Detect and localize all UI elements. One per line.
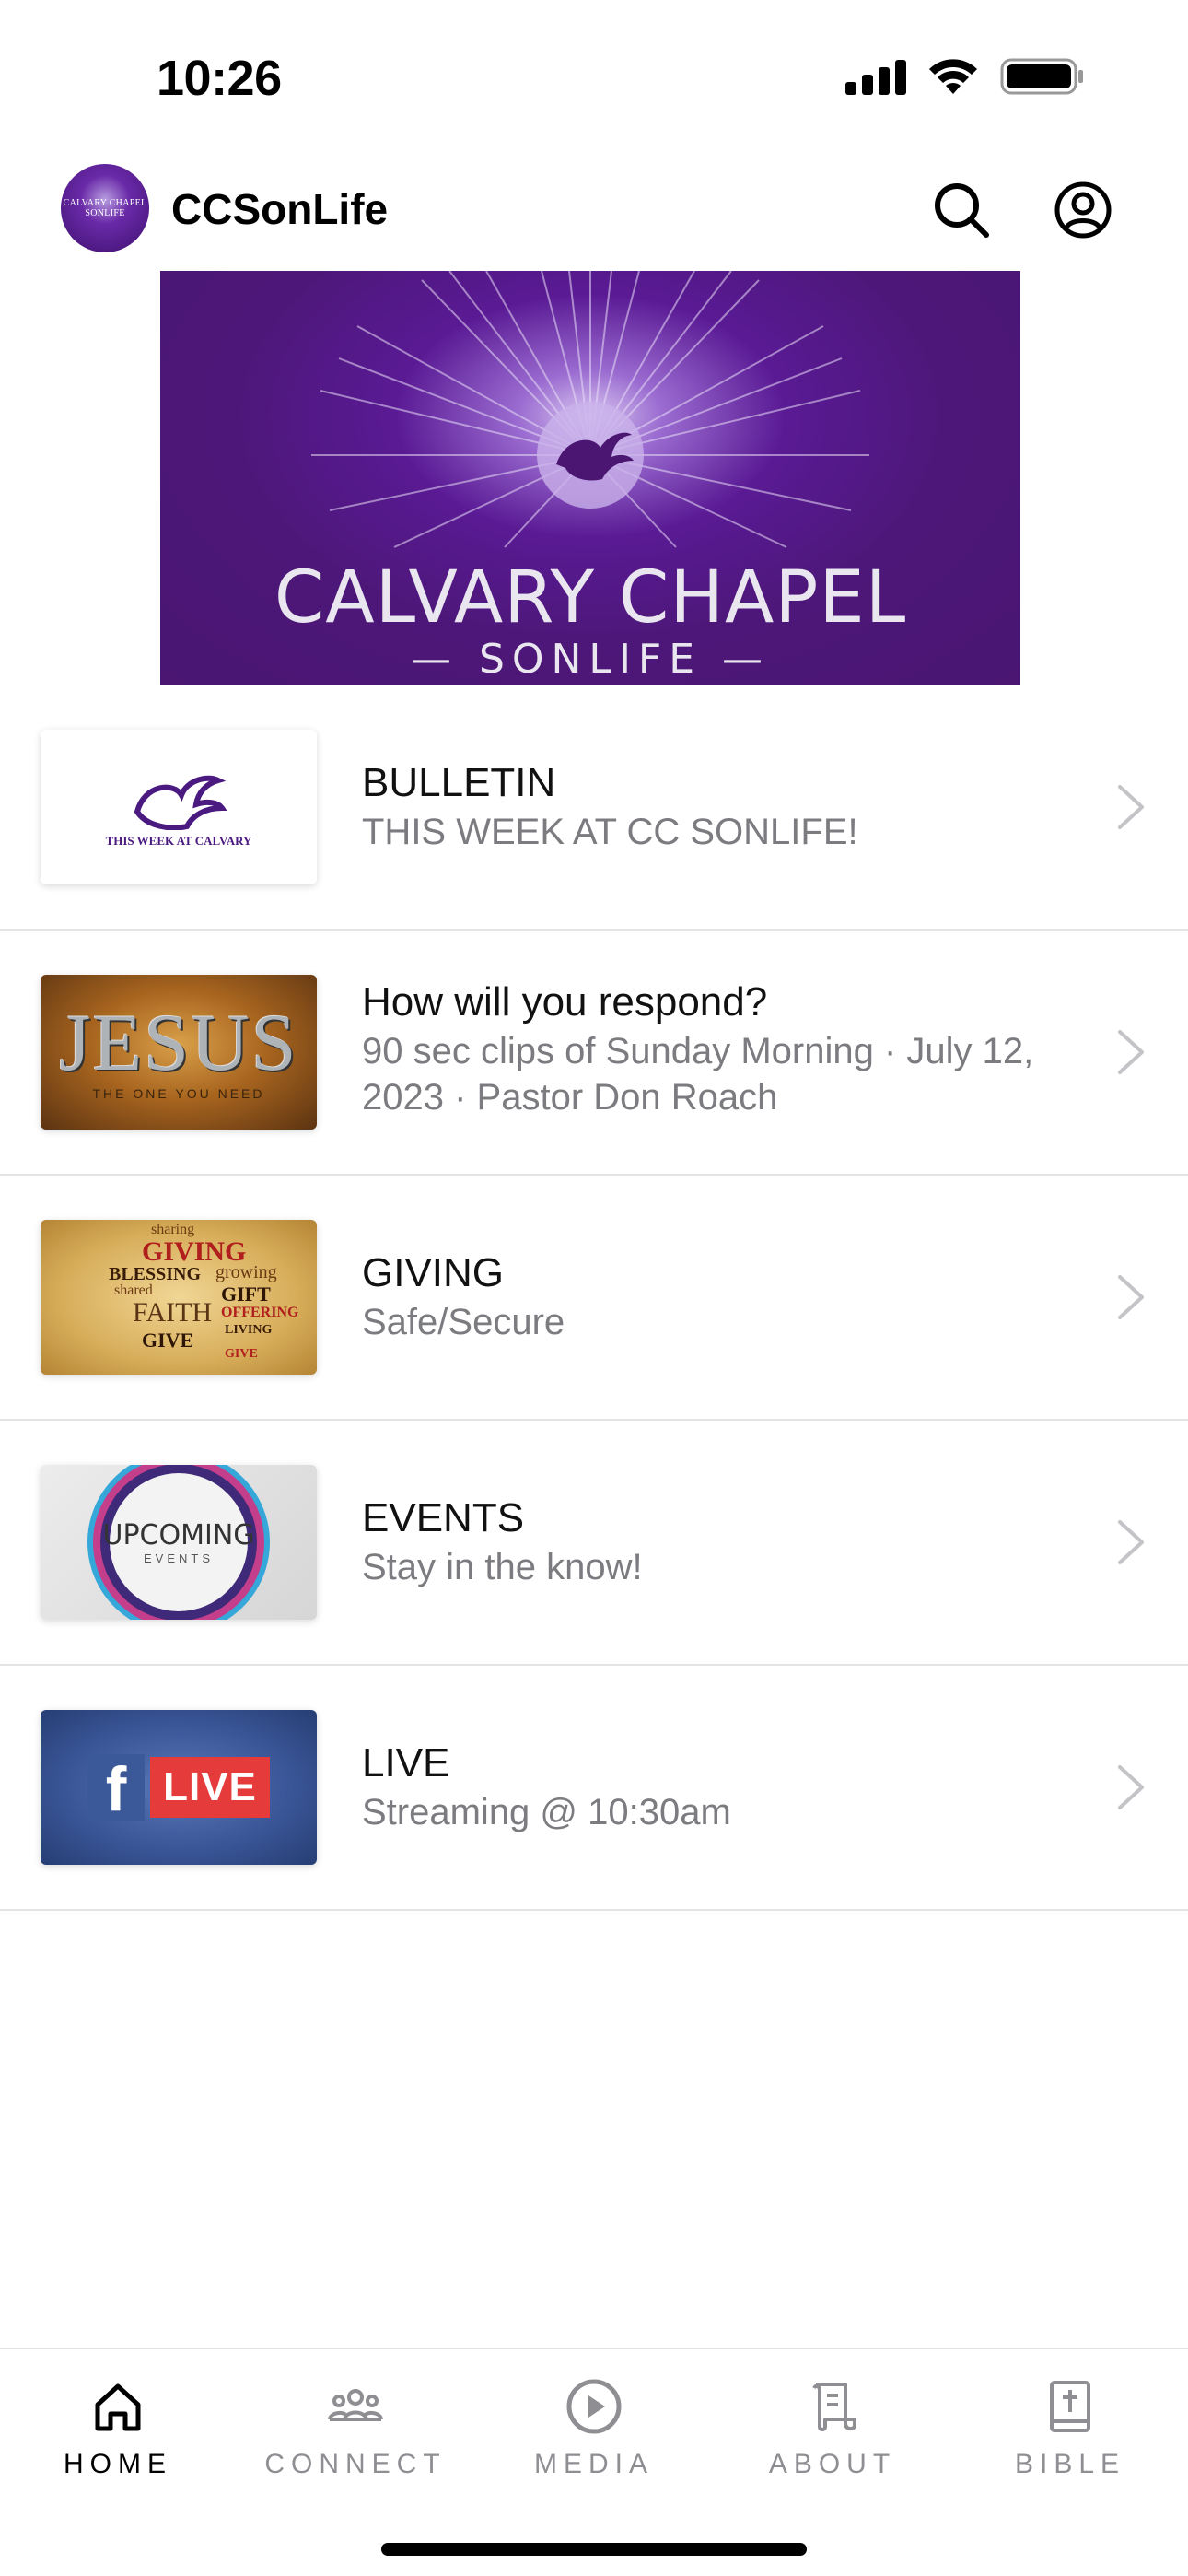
- giving-word: growing: [215, 1262, 277, 1282]
- giving-word: LIVING: [225, 1323, 273, 1337]
- tab-connect[interactable]: CONNECT: [245, 2368, 466, 2497]
- giving-word: GIFT: [221, 1282, 271, 1306]
- giving-thumbnail: GIVING sharing BLESSING growing GIFT FAI…: [41, 1220, 317, 1375]
- dove-logo-icon: [134, 775, 227, 830]
- item-text: How will you respond? 90 sec clips of Su…: [362, 977, 1062, 1120]
- sermon-thumbnail-sub: THE ONE YOU NEED: [92, 1086, 265, 1101]
- list-item-giving[interactable]: GIVING sharing BLESSING growing GIFT FAI…: [0, 1176, 1188, 1421]
- tab-label: CONNECT: [264, 2449, 447, 2479]
- banner-title: CALVARY CHAPEL: [274, 556, 907, 639]
- giving-word: FAITH: [133, 1297, 213, 1328]
- events-thumbnail: UPCOMING EVENTS: [41, 1465, 317, 1620]
- item-title: How will you respond?: [362, 979, 768, 1025]
- tab-about[interactable]: ABOUT: [722, 2368, 943, 2497]
- chevron-right-icon: [1118, 1765, 1144, 1809]
- list-item-bulletin[interactable]: THIS WEEK AT CALVARY BULLETIN THIS WEEK …: [0, 685, 1188, 931]
- banner-subtitle: — SONLIFE —: [410, 636, 771, 683]
- facebook-icon: f: [87, 1754, 146, 1821]
- chevron-right-icon: [1118, 1030, 1144, 1074]
- events-badge: UPCOMING EVENTS: [102, 1473, 255, 1611]
- home-icon: [95, 2383, 141, 2431]
- tab-bible[interactable]: BIBLE: [960, 2368, 1181, 2497]
- account-button[interactable]: [1050, 177, 1116, 243]
- item-subtitle: Safe/Secure: [362, 1302, 565, 1342]
- giving-word: shared: [114, 1282, 153, 1298]
- status-icons: [845, 57, 1085, 96]
- wifi-icon: [929, 59, 977, 94]
- app-title: CCSonLife: [171, 185, 389, 233]
- app-header: CALVARY CHAPEL SONLIFE CCSonLife: [0, 157, 1188, 263]
- item-title: GIVING: [362, 1250, 505, 1295]
- tab-home[interactable]: HOME: [7, 2368, 228, 2497]
- chevron-right-icon: [1118, 1520, 1144, 1564]
- tab-label: MEDIA: [533, 2449, 654, 2479]
- status-time: 10:26: [157, 51, 282, 106]
- scroll-icon: [812, 2383, 856, 2431]
- feed-list: THIS WEEK AT CALVARY BULLETIN THIS WEEK …: [0, 685, 1188, 1911]
- giving-word: GIVE: [225, 1347, 258, 1361]
- app-logo[interactable]: CALVARY CHAPEL SONLIFE: [61, 164, 149, 252]
- tab-label: HOME: [64, 2449, 172, 2479]
- item-title: BULLETIN: [362, 760, 556, 805]
- tab-media[interactable]: MEDIA: [483, 2368, 705, 2497]
- giving-word: GIVE: [142, 1329, 194, 1352]
- chevron-right-icon: [1118, 785, 1144, 829]
- item-text: EVENTS Stay in the know!: [362, 1493, 1062, 1590]
- search-icon: [935, 183, 989, 238]
- bulletin-thumbnail: THIS WEEK AT CALVARY: [41, 730, 317, 884]
- item-text: GIVING Safe/Secure: [362, 1247, 1062, 1345]
- app-logo-text: CALVARY CHAPEL SONLIFE: [63, 198, 147, 218]
- people-icon: [328, 2389, 383, 2421]
- tab-label: ABOUT: [768, 2449, 897, 2479]
- battery-icon: [1000, 58, 1083, 95]
- bulletin-thumbnail-caption: THIS WEEK AT CALVARY: [105, 834, 252, 848]
- sermon-thumbnail-word: JESUS: [59, 999, 298, 1088]
- tab-label: BIBLE: [1014, 2449, 1126, 2479]
- list-item-live[interactable]: f LIVE LIVE Streaming @ 10:30am: [0, 1666, 1188, 1911]
- search-button[interactable]: [928, 177, 995, 243]
- sermon-thumbnail: JESUS THE ONE YOU NEED: [41, 975, 317, 1130]
- item-subtitle: Streaming @ 10:30am: [362, 1792, 731, 1832]
- giving-word: sharing: [151, 1222, 195, 1237]
- status-bar: 10:26: [0, 0, 1188, 157]
- item-subtitle: 90 sec clips of Sunday Morning · July 12…: [362, 1031, 1034, 1118]
- list-item-events[interactable]: UPCOMING EVENTS EVENTS Stay in the know!: [0, 1421, 1188, 1666]
- item-text: LIVE Streaming @ 10:30am: [362, 1738, 1062, 1835]
- play-icon: [566, 2379, 622, 2434]
- cellular-signal-icon: [845, 58, 906, 95]
- bible-icon: [1050, 2381, 1090, 2432]
- events-thumbnail-sub: EVENTS: [143, 1551, 214, 1565]
- live-thumbnail: f LIVE: [41, 1710, 317, 1865]
- item-subtitle: THIS WEEK AT CC SONLIFE!: [362, 812, 858, 852]
- events-thumbnail-main: UPCOMING: [102, 1519, 255, 1551]
- list-item-sermon[interactable]: JESUS THE ONE YOU NEED How will you resp…: [0, 931, 1188, 1176]
- home-indicator[interactable]: [381, 2543, 807, 2556]
- user-profile-icon: [1054, 181, 1112, 239]
- tab-bar: HOME CONNECT MEDIA ABOUT BIBLE: [0, 2348, 1188, 2576]
- item-subtitle: Stay in the know!: [362, 1547, 643, 1587]
- chevron-right-icon: [1118, 1275, 1144, 1319]
- giving-word: OFFERING: [221, 1305, 299, 1320]
- item-text: BULLETIN THIS WEEK AT CC SONLIFE!: [362, 757, 1062, 855]
- item-title: LIVE: [362, 1740, 450, 1786]
- hero-banner: CALVARY CHAPEL — SONLIFE —: [160, 271, 1020, 685]
- app-screen: 10:26 CALVARY CHAPEL SONLIFE CCSonLife C…: [0, 0, 1188, 2576]
- item-title: EVENTS: [362, 1495, 525, 1540]
- live-badge: LIVE: [150, 1757, 270, 1818]
